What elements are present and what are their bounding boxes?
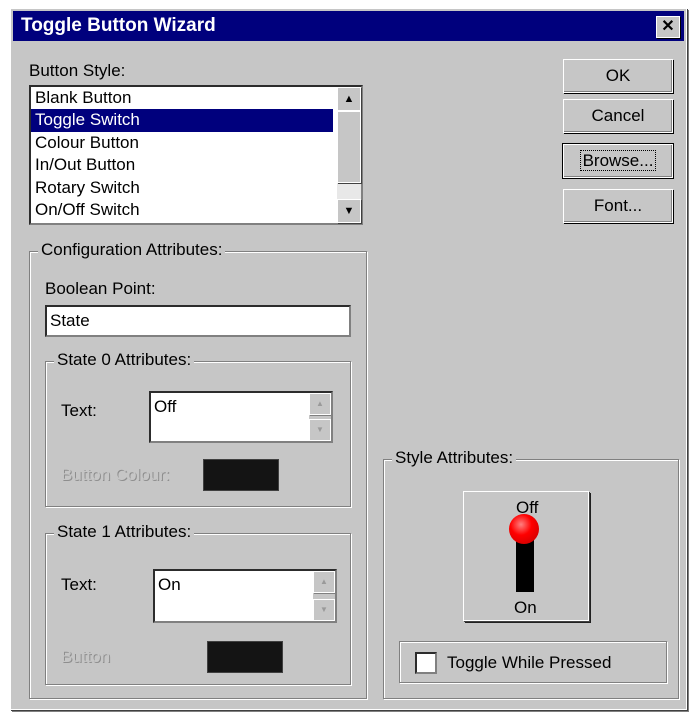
state1-text-value: On bbox=[158, 575, 181, 594]
preview-on-label: On bbox=[514, 598, 537, 617]
state1-colour-swatch[interactable] bbox=[207, 641, 283, 673]
scroll-up-button[interactable]: ▲ bbox=[337, 87, 361, 111]
state0-button-colour-label: Button Colour: bbox=[61, 465, 170, 484]
toggle-knob-icon bbox=[509, 514, 539, 544]
font-button[interactable]: Font... bbox=[563, 189, 673, 223]
ok-label: OK bbox=[605, 66, 631, 85]
close-icon: ✕ bbox=[661, 18, 675, 35]
state0-scroll-down-button[interactable]: ▼ bbox=[309, 419, 331, 441]
boolean-point-input[interactable]: State bbox=[45, 305, 351, 337]
title-bar[interactable]: Toggle Button Wizard ✕ bbox=[13, 11, 684, 41]
state1-attributes-title: State 1 Attributes: bbox=[54, 522, 195, 542]
browse-label: Browse... bbox=[579, 150, 657, 171]
state1-text-label: Text: bbox=[61, 575, 97, 594]
state0-scroll-up-button[interactable]: ▲ bbox=[309, 393, 331, 415]
style-attributes-title: Style Attributes: bbox=[392, 448, 517, 468]
list-item[interactable]: In/Out Button bbox=[31, 154, 333, 176]
scroll-down-button[interactable]: ▼ bbox=[337, 199, 361, 223]
font-label: Font... bbox=[593, 196, 643, 215]
state0-text-scrollbar[interactable]: ▲ ▼ bbox=[309, 393, 331, 441]
boolean-point-label: Boolean Point: bbox=[45, 279, 156, 298]
button-style-label: Button Style: bbox=[29, 61, 126, 80]
list-item[interactable]: On/Off Switch bbox=[31, 199, 333, 221]
arrow-down-icon: ▼ bbox=[316, 425, 324, 434]
boolean-point-value: State bbox=[50, 311, 90, 330]
window-title: Toggle Button Wizard bbox=[21, 15, 216, 36]
arrow-up-icon: ▲ bbox=[320, 577, 328, 586]
list-item[interactable]: Toggle Switch bbox=[31, 109, 333, 132]
arrow-down-icon: ▼ bbox=[320, 605, 328, 614]
configuration-attributes-title: Configuration Attributes: bbox=[38, 240, 226, 260]
state0-attributes-title: State 0 Attributes: bbox=[54, 350, 195, 370]
state1-text-scrollbar[interactable]: ▲ ▼ bbox=[313, 571, 335, 621]
list-item[interactable]: Colour Button bbox=[31, 132, 333, 154]
list-item[interactable]: Rotary Switch bbox=[31, 177, 333, 199]
arrow-down-icon: ▼ bbox=[343, 205, 355, 217]
toggle-while-pressed-checkbox[interactable] bbox=[415, 652, 437, 674]
state0-text-input[interactable]: Off ▲ ▼ bbox=[149, 391, 333, 443]
arrow-up-icon: ▲ bbox=[316, 399, 324, 408]
listbox-scrollbar[interactable]: ▲ ▼ bbox=[337, 87, 361, 223]
cancel-label: Cancel bbox=[591, 106, 645, 125]
toggle-while-pressed-label[interactable]: Toggle While Pressed bbox=[447, 653, 611, 673]
state0-text-value: Off bbox=[154, 397, 177, 416]
state1-scroll-down-button[interactable]: ▼ bbox=[313, 599, 335, 621]
arrow-up-icon: ▲ bbox=[343, 93, 355, 105]
state0-text-label: Text: bbox=[61, 401, 97, 420]
close-button[interactable]: ✕ bbox=[656, 16, 680, 38]
state1-text-input[interactable]: On ▲ ▼ bbox=[153, 569, 337, 623]
state1-button-colour-label: Button bbox=[61, 647, 111, 666]
browse-button[interactable]: Browse... bbox=[562, 143, 674, 179]
cancel-button[interactable]: Cancel bbox=[563, 99, 673, 133]
button-style-items: Blank Button Toggle Switch Colour Button In… bbox=[31, 87, 333, 221]
toggle-button-wizard-dialog: Toggle Button Wizard ✕ Button Style: Bla… bbox=[10, 8, 687, 710]
scroll-thumb[interactable] bbox=[337, 111, 361, 183]
toggle-switch-preview[interactable]: Off On bbox=[463, 491, 589, 621]
list-item[interactable]: Blank Button bbox=[31, 87, 333, 109]
state1-scroll-up-button[interactable]: ▲ bbox=[313, 571, 335, 593]
button-style-listbox[interactable]: Blank Button Toggle Switch Colour Button In… bbox=[29, 85, 363, 225]
state0-colour-swatch[interactable] bbox=[203, 459, 279, 491]
ok-button[interactable]: OK bbox=[563, 59, 673, 93]
